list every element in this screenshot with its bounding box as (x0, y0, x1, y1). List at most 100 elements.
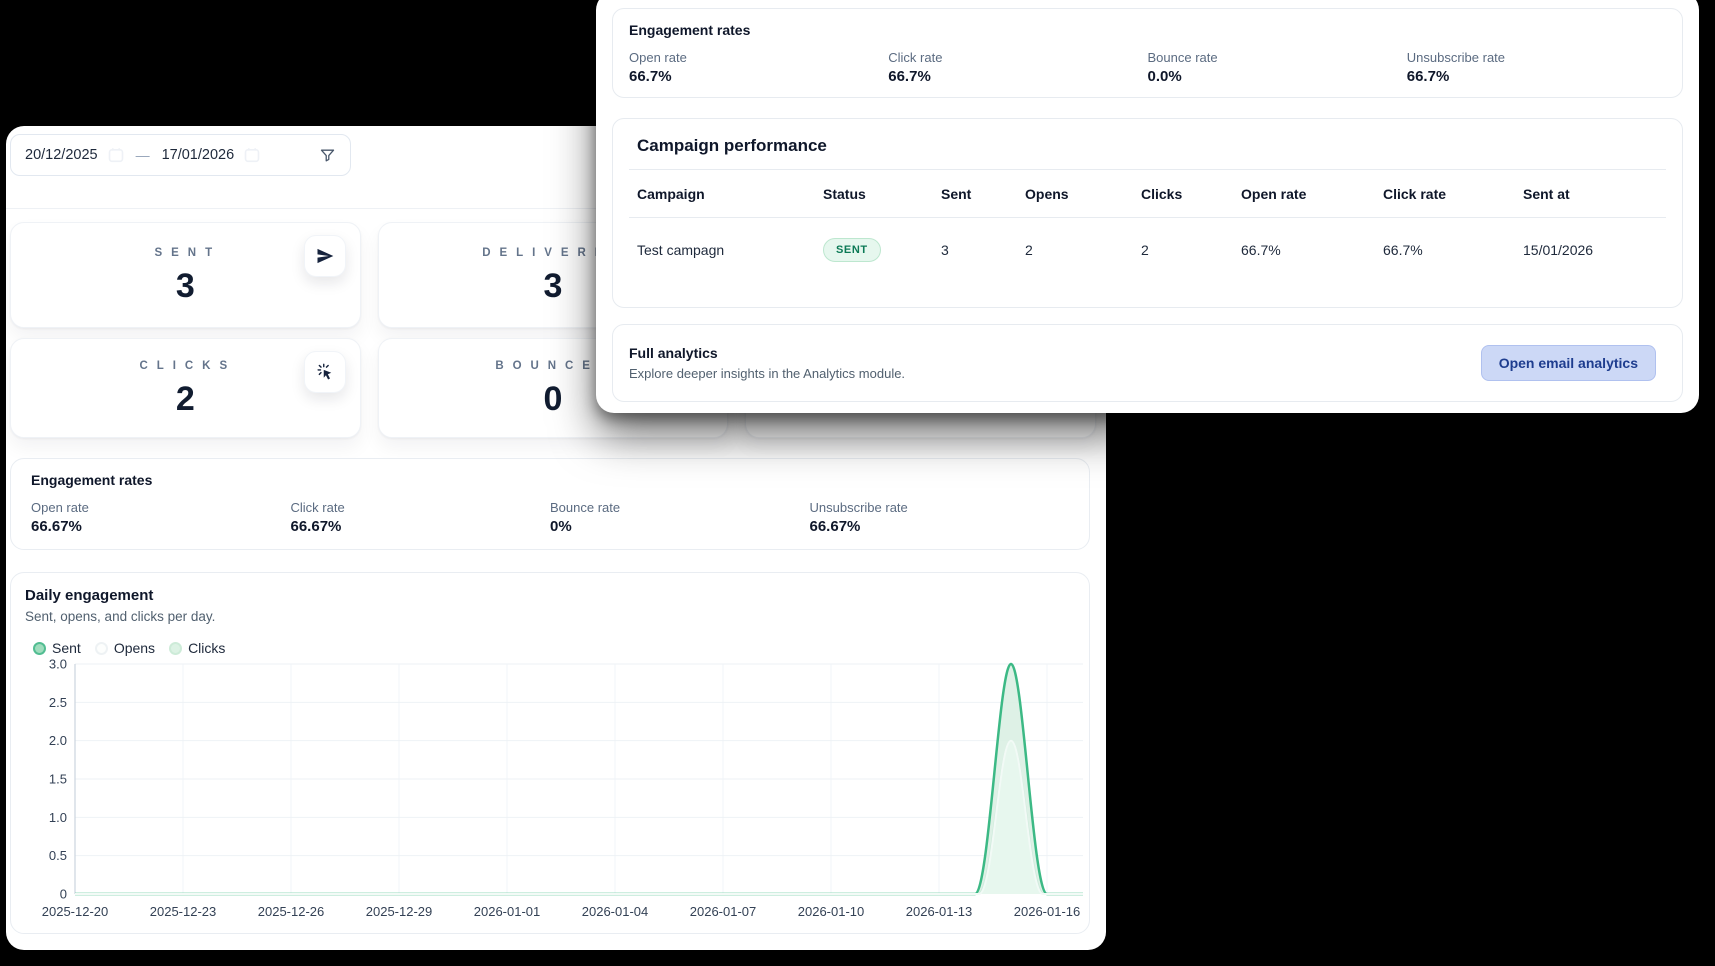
engagement-metrics: Open rate66.67%Click rate66.67%Bounce ra… (31, 500, 1069, 535)
metric-click-rate: Click rate 66.7% (888, 50, 1147, 85)
y-tick-label: 1.5 (49, 772, 67, 787)
x-tick-label: 2025-12-20 (42, 904, 109, 919)
screenshot-canvas: 20/12/2025 — 17/01/2026 S E N T3D E L I … (0, 0, 1715, 966)
metric-unsubscribe-rate: Unsubscribe rate 66.67% (810, 500, 1070, 535)
metric-label: Open rate (31, 500, 291, 515)
metric-value: 66.67% (810, 518, 1070, 535)
x-tick-label: 2025-12-26 (258, 904, 325, 919)
column-header-campaign: Campaign (637, 186, 823, 202)
metric-unsubscribe-rate: Unsubscribe rate 66.7% (1407, 50, 1666, 85)
metric-value: 66.7% (888, 68, 1147, 85)
x-tick-label: 2025-12-29 (366, 904, 433, 919)
stat-value: 3 (176, 269, 195, 303)
cell-sent-at: 15/01/2026 (1523, 242, 1658, 258)
stat-card-clicks: C L I C K S 2 (10, 338, 361, 438)
metric-label: Unsubscribe rate (810, 500, 1070, 515)
calendar-icon[interactable] (108, 147, 124, 163)
metric-value: 0% (550, 518, 810, 535)
column-header-clicks: Clicks (1141, 186, 1241, 202)
metric-bounce-rate: Bounce rate 0% (550, 500, 810, 535)
campaign-analytics-panel: Engagement rates Open rate66.7%Click rat… (596, 0, 1699, 413)
daily-engagement-subtitle: Sent, opens, and clicks per day. (25, 609, 1075, 624)
stat-label: B O U N C E S (495, 360, 610, 372)
y-tick-label: 0 (60, 887, 67, 902)
metric-click-rate: Click rate66.67% (291, 500, 551, 535)
stat-card-sent: S E N T 3 (10, 222, 361, 328)
cell-sent: 3 (941, 242, 1025, 258)
full-analytics-text: Full analytics Explore deeper insights i… (629, 345, 905, 381)
status-badge: SENT (823, 238, 941, 262)
full-analytics-card: Full analytics Explore deeper insights i… (612, 324, 1683, 402)
table-header-row: CampaignStatusSentOpensClicksOpen rateCl… (613, 170, 1682, 217)
chart-legend: Sent Opens Clicks (33, 640, 1075, 656)
metric-value: 66.7% (1407, 68, 1666, 85)
y-tick-label: 2.5 (49, 695, 67, 710)
metric-value: 66.67% (291, 518, 551, 535)
metric-label: Click rate (888, 50, 1147, 65)
metric-open-rate: Open rate 66.67% (31, 500, 291, 535)
column-header-opens: Opens (1025, 186, 1141, 202)
send-icon[interactable] (304, 235, 346, 277)
metric-label: Bounce rate (550, 500, 810, 515)
legend-dot (33, 642, 46, 655)
stat-value: 0 (544, 382, 563, 416)
engagement-rates-card: Engagement rates Open rate66.67%Click ra… (10, 458, 1090, 550)
stat-value: 2 (176, 382, 195, 416)
cell-open-rate: 66.7% (1241, 242, 1383, 258)
full-analytics-description: Explore deeper insights in the Analytics… (629, 366, 905, 381)
metric-value: 0.0% (1148, 68, 1407, 85)
date-range-end[interactable]: 17/01/2026 (162, 147, 235, 163)
x-tick-label: 2026-01-16 (1014, 904, 1081, 919)
cell-opens: 2 (1025, 242, 1141, 258)
cursor-click-icon[interactable] (304, 351, 346, 393)
daily-engagement-card: Daily engagement Sent, opens, and clicks… (10, 572, 1090, 934)
y-tick-label: 0.5 (49, 848, 67, 863)
legend-dot (95, 642, 108, 655)
filter-funnel-icon[interactable] (319, 147, 336, 164)
open-email-analytics-button[interactable]: Open email analytics (1481, 345, 1656, 381)
metric-label: Unsubscribe rate (1407, 50, 1666, 65)
date-range-separator: — (136, 147, 150, 163)
metric-label: Open rate (629, 50, 888, 65)
x-tick-label: 2026-01-07 (690, 904, 757, 919)
column-header-status: Status (823, 186, 941, 202)
table-row[interactable]: Test campagnSENT32266.7%66.7%15/01/2026 (613, 218, 1682, 282)
calendar-icon[interactable] (244, 147, 260, 163)
legend-item-clicks[interactable]: Clicks (169, 640, 225, 656)
engagement-rates-card-front: Engagement rates Open rate66.7%Click rat… (612, 8, 1683, 98)
x-tick-label: 2026-01-01 (474, 904, 541, 919)
daily-engagement-chart: 2025-12-20 2025-12-23 2025-12-26 2025-12-29… (25, 658, 1091, 926)
full-analytics-title: Full analytics (629, 345, 905, 361)
date-range-picker[interactable]: 20/12/2025 — 17/01/2026 (10, 134, 351, 176)
legend-item-sent[interactable]: Sent (33, 640, 81, 656)
campaign-performance-title: Campaign performance (613, 119, 1682, 169)
campaign-performance-card: Campaign performance CampaignStatusSentO… (612, 118, 1683, 308)
date-range-start[interactable]: 20/12/2025 (25, 147, 98, 163)
column-header-click-rate: Click rate (1383, 186, 1523, 202)
y-tick-label: 3.0 (49, 658, 67, 672)
status-badge-pill: SENT (823, 238, 881, 262)
x-tick-label: 2026-01-04 (582, 904, 649, 919)
engagement-metrics: Open rate66.7%Click rate66.7%Bounce rate… (629, 50, 1666, 85)
stat-label: S E N T (155, 247, 217, 259)
campaign-name: Test campagn (637, 242, 823, 258)
daily-engagement-title: Daily engagement (25, 587, 1075, 604)
x-tick-label: 2025-12-23 (150, 904, 217, 919)
column-header-sent: Sent (941, 186, 1025, 202)
legend-label: Opens (114, 640, 155, 656)
metric-bounce-rate: Bounce rate 0.0% (1148, 50, 1407, 85)
metric-value: 66.67% (31, 518, 291, 535)
legend-item-opens[interactable]: Opens (95, 640, 155, 656)
metric-label: Bounce rate (1148, 50, 1407, 65)
column-header-open-rate: Open rate (1241, 186, 1383, 202)
stat-label: C L I C K S (140, 360, 232, 372)
x-tick-label: 2026-01-10 (798, 904, 865, 919)
metric-open-rate: Open rate 66.7% (629, 50, 888, 85)
stat-value: 3 (544, 269, 563, 303)
cell-click-rate: 66.7% (1383, 242, 1523, 258)
x-tick-label: 2026-01-13 (906, 904, 973, 919)
engagement-rates-title: Engagement rates (31, 472, 1069, 488)
metric-value: 66.7% (629, 68, 888, 85)
engagement-rates-title: Engagement rates (629, 22, 1666, 38)
y-tick-label: 1.0 (49, 810, 67, 825)
